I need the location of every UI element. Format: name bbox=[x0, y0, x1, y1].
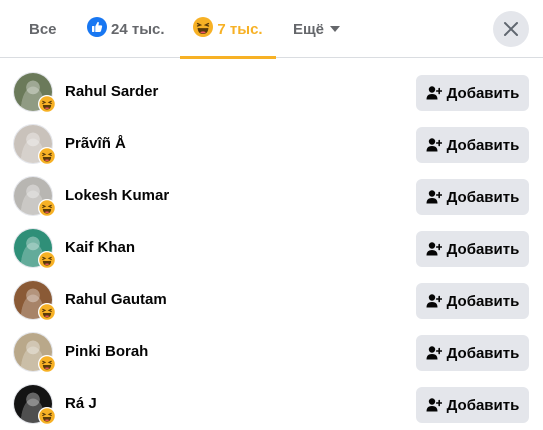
haha-icon bbox=[38, 355, 56, 373]
add-friend-label: Добавить bbox=[446, 292, 520, 310]
add-friend-icon bbox=[426, 86, 442, 100]
list-item: Pinki Borah Добавить bbox=[0, 326, 543, 378]
add-friend-button[interactable]: Добавить bbox=[416, 179, 529, 215]
add-friend-icon bbox=[426, 294, 442, 308]
add-friend-label: Добавить bbox=[446, 396, 520, 414]
tab-like-count: 24 тыс. bbox=[111, 20, 165, 38]
tab-more-dropdown[interactable]: Ещё bbox=[293, 0, 341, 58]
haha-icon bbox=[38, 147, 56, 165]
reactor-name[interactable]: Prãvîñ Å bbox=[65, 118, 126, 170]
list-item: Rá J Добавить bbox=[0, 378, 543, 430]
add-friend-label: Добавить bbox=[446, 344, 520, 362]
active-tab-underline bbox=[180, 56, 276, 59]
reactor-name[interactable]: Rahul Gautam bbox=[65, 274, 167, 326]
haha-icon bbox=[38, 95, 56, 113]
add-friend-icon bbox=[426, 398, 442, 412]
reactor-name[interactable]: Rá J bbox=[65, 378, 97, 430]
add-friend-button[interactable]: Добавить bbox=[416, 387, 529, 423]
close-button[interactable] bbox=[493, 11, 529, 47]
like-icon bbox=[87, 17, 107, 41]
haha-icon bbox=[193, 17, 214, 41]
list-item: Rahul Sarder Добавить bbox=[0, 66, 543, 118]
add-friend-icon bbox=[426, 138, 442, 152]
reactor-name[interactable]: Kaif Khan bbox=[65, 222, 135, 274]
add-friend-button[interactable]: Добавить bbox=[416, 231, 529, 267]
add-friend-button[interactable]: Добавить bbox=[416, 75, 529, 111]
haha-icon bbox=[38, 303, 56, 321]
tab-haha-count: 7 тыс. bbox=[217, 20, 263, 38]
tab-all[interactable]: Все bbox=[29, 0, 57, 58]
caret-down-icon bbox=[330, 26, 341, 32]
add-friend-icon bbox=[426, 190, 442, 204]
tab-like[interactable]: 24 тыс. bbox=[87, 0, 165, 58]
tab-haha[interactable]: 7 тыс. bbox=[180, 0, 276, 59]
reactor-name[interactable]: Lokesh Kumar bbox=[65, 170, 169, 222]
add-friend-icon bbox=[426, 346, 442, 360]
reactor-name[interactable]: Rahul Sarder bbox=[65, 66, 158, 118]
add-friend-label: Добавить bbox=[446, 84, 520, 102]
add-friend-label: Добавить bbox=[446, 136, 520, 154]
list-item: Rahul Gautam Добавить bbox=[0, 274, 543, 326]
tab-all-label: Все bbox=[29, 20, 57, 38]
reactor-name[interactable]: Pinki Borah bbox=[65, 326, 148, 378]
add-friend-button[interactable]: Добавить bbox=[416, 127, 529, 163]
haha-icon bbox=[38, 199, 56, 217]
add-friend-label: Добавить bbox=[446, 188, 520, 206]
list-item: Lokesh Kumar Добавить bbox=[0, 170, 543, 222]
add-friend-icon bbox=[426, 242, 442, 256]
close-icon bbox=[504, 22, 518, 36]
reactions-tab-bar: Все 24 тыс. 7 тыс. Ещё bbox=[0, 0, 543, 59]
haha-icon bbox=[38, 407, 56, 425]
list-item: Kaif Khan Добавить bbox=[0, 222, 543, 274]
list-item: Prãvîñ Å Добавить bbox=[0, 118, 543, 170]
add-friend-button[interactable]: Добавить bbox=[416, 335, 529, 371]
tab-more-label: Ещё bbox=[293, 20, 325, 38]
add-friend-label: Добавить bbox=[446, 240, 520, 258]
haha-icon bbox=[38, 251, 56, 269]
add-friend-button[interactable]: Добавить bbox=[416, 283, 529, 319]
